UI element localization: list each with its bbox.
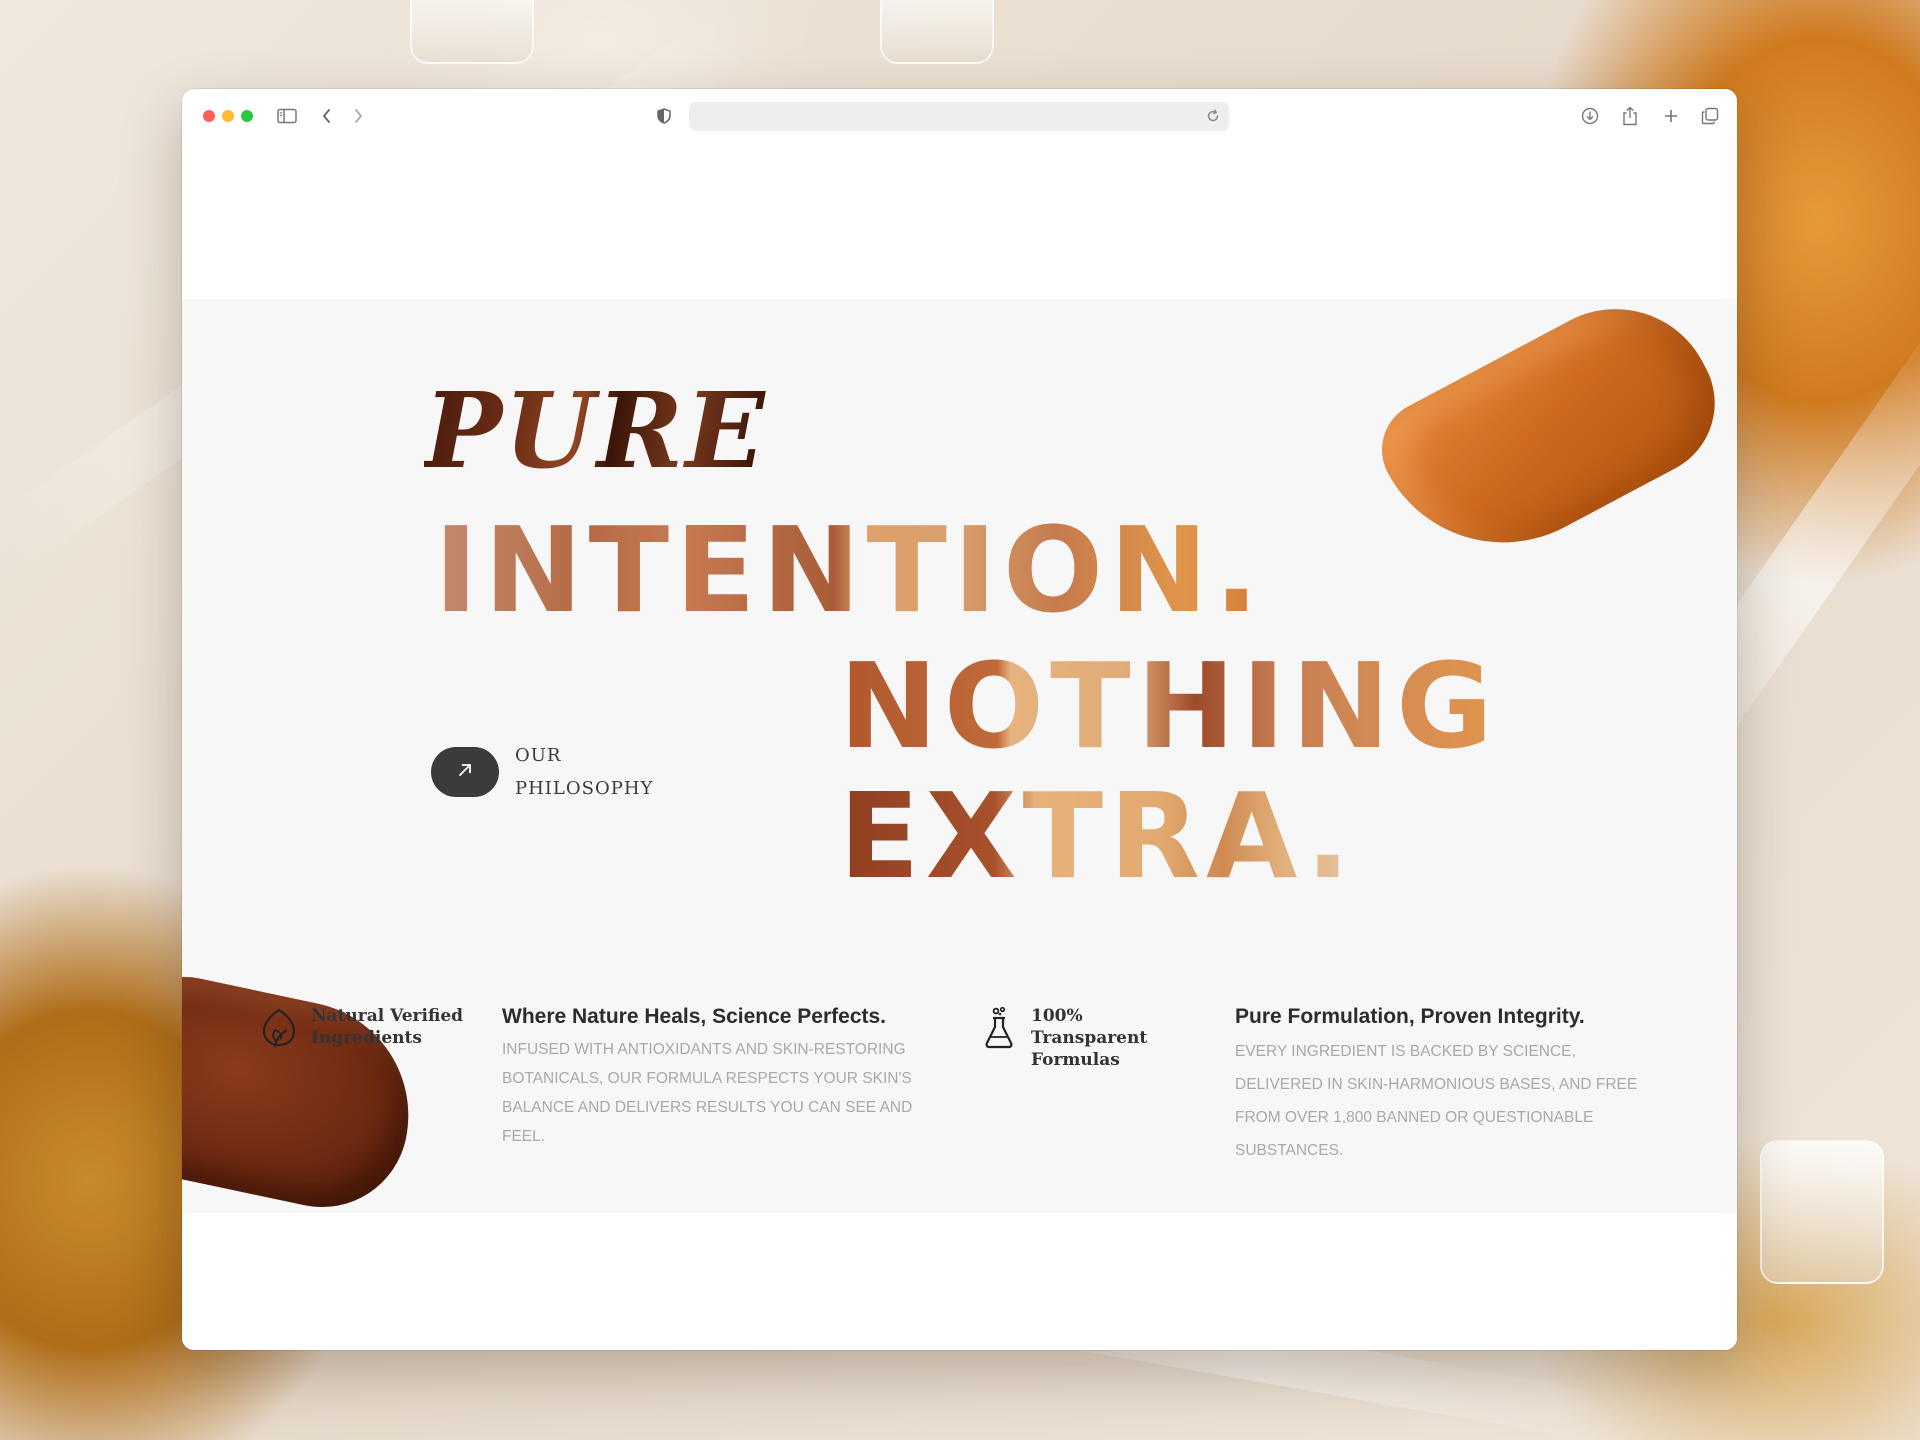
reload-icon[interactable]: [1201, 104, 1225, 128]
feature-title: Natural Verified Ingredients: [311, 1005, 466, 1049]
shield-icon[interactable]: [651, 103, 677, 129]
philosophy-label-line1: OUR: [515, 745, 562, 766]
feature-heading: Where Nature Heals, Science Perfects.: [502, 1005, 887, 1028]
dropper-bottle: [880, 0, 994, 64]
feature-transparent-formulas: 100% Transparent Formulas: [977, 1005, 1186, 1071]
feature-natural-ingredients: Natural Verified Ingredients: [257, 1005, 466, 1051]
dropper-bottle: [1760, 1140, 1884, 1284]
minimize-window-button[interactable]: [222, 110, 234, 122]
download-icon[interactable]: [1577, 103, 1603, 129]
feature-title-line2: Formulas: [1031, 1050, 1120, 1070]
feature-description-block: Where Nature Heals, Science Perfects. In…: [502, 1005, 932, 1151]
feature-title-line1: Natural Verified: [311, 1006, 464, 1026]
feature-title-line2: Ingredients: [311, 1028, 422, 1048]
close-window-button[interactable]: [203, 110, 215, 122]
philosophy-button[interactable]: [431, 747, 499, 797]
dropper-bottle: [410, 0, 534, 64]
arrow-up-right-icon: [456, 761, 474, 784]
share-icon[interactable]: [1617, 103, 1643, 129]
feature-description-block: Pure Formulation, Proven Integrity. Ever…: [1235, 1005, 1665, 1167]
headline-pure: PURE: [424, 369, 767, 492]
browser-window: PURE INTENTION. NOTHING EXTRA. OUR PHILO…: [182, 89, 1737, 1350]
browser-toolbar: [182, 89, 1737, 141]
tabs-overview-icon[interactable]: [1697, 103, 1723, 129]
orange-cream-swatch-image: [1364, 299, 1737, 589]
headline-intention: INTENTION.: [434, 501, 1265, 639]
chevron-left-icon[interactable]: [314, 103, 340, 129]
flask-icon: [977, 1005, 1021, 1051]
headline-nothing: NOTHING: [839, 637, 1499, 775]
our-philosophy-link[interactable]: OUR PHILOSOPHY: [431, 739, 665, 805]
chevron-right-icon[interactable]: [345, 103, 371, 129]
sidebar-icon[interactable]: [274, 103, 300, 129]
address-bar[interactable]: [689, 102, 1229, 131]
feature-description: Infused with antioxidants and skin-resto…: [502, 1041, 913, 1145]
philosophy-label-line2: PHILOSOPHY: [515, 778, 654, 799]
philosophy-label[interactable]: OUR PHILOSOPHY: [515, 739, 665, 805]
page-content: PURE INTENTION. NOTHING EXTRA. OUR PHILO…: [182, 141, 1737, 1350]
feature-description: Every ingredient is backed by science, d…: [1235, 1043, 1638, 1159]
feature-title: 100% Transparent Formulas: [1031, 1005, 1186, 1071]
feature-heading: Pure Formulation, Proven Integrity.: [1235, 1005, 1585, 1028]
plus-icon[interactable]: [1658, 103, 1684, 129]
leaf-icon: [257, 1005, 301, 1051]
feature-title-line1: 100% Transparent: [1031, 1006, 1148, 1048]
zoom-window-button[interactable]: [241, 110, 253, 122]
hero-section: PURE INTENTION. NOTHING EXTRA. OUR PHILO…: [182, 299, 1737, 1213]
headline-extra: EXTRA.: [839, 767, 1357, 905]
brown-cream-swatch-image: [182, 964, 430, 1213]
